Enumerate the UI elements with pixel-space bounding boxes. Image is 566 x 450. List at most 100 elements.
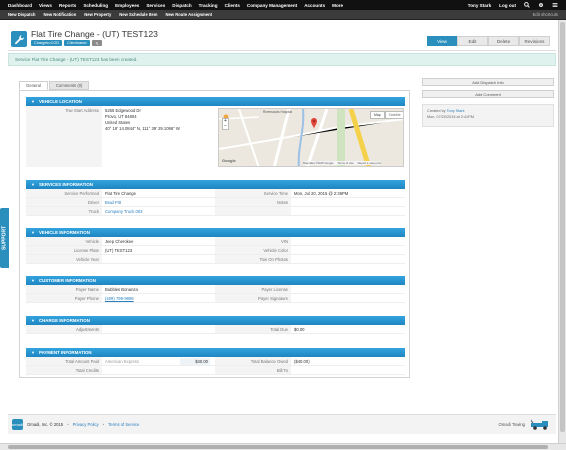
payment-amount: $40.00 [180, 357, 210, 365]
created-info: Created by Tony Stark Mon, 07/20/2015 at… [422, 104, 554, 127]
field-label: VIN [215, 237, 291, 245]
nav-scheduling[interactable]: Scheduling [83, 3, 108, 8]
delete-button[interactable]: Delete [488, 36, 519, 46]
section-header[interactable]: ▼ VEHICLE INFORMATION [26, 228, 405, 237]
field-label: Payer Signature [215, 294, 291, 302]
section-header[interactable]: ▼ SERVICES INFORMATION [26, 180, 405, 189]
tab-comments[interactable]: Comments (0) [48, 81, 90, 90]
field-label: Total Balance Owed [215, 357, 291, 365]
created-on: Mon, 07/20/2015 at 2:41PM [427, 115, 474, 119]
section-header[interactable]: ▼ VEHICLE LOCATION [26, 97, 405, 106]
shortcut-new-route-assignment[interactable]: New Route Assignment [165, 12, 212, 17]
top-nav-items: Dashboard Views Reports Scheduling Emplo… [0, 3, 350, 8]
shortcut-new-property[interactable]: New Property [84, 12, 111, 17]
edit-button[interactable]: Edit [457, 36, 488, 46]
page-title: Flat Tire Change - (UT) TEST123 [31, 29, 158, 39]
service-performed-value: Flat Tire Change [105, 190, 136, 196]
map-data-text: Map data ©2015 Google [303, 161, 334, 165]
google-logo: Google [222, 158, 236, 163]
privacy-policy-link[interactable]: Privacy Policy [73, 422, 99, 427]
field-label: Tow On Photos [215, 255, 291, 263]
status-message: Service Flat Tire Change - (UT) TEST123 … [8, 53, 556, 66]
nav-tracking[interactable]: Tracking [199, 3, 218, 8]
view-button[interactable]: View [427, 36, 457, 46]
scroll-thumb[interactable] [8, 445, 548, 449]
search-icon[interactable] [524, 1, 530, 9]
field-row: Payer Phone (409) 799-9999 Payer Signatu… [26, 294, 405, 303]
driver-link[interactable]: Brad Pitt [102, 200, 215, 205]
nav-services[interactable]: Services [146, 3, 165, 8]
nav-more[interactable]: More [332, 3, 343, 8]
nav-views[interactable]: Views [39, 3, 52, 8]
satellite-tab[interactable]: Satellite [384, 111, 403, 119]
nav-dashboard[interactable]: Dashboard [8, 3, 32, 8]
user-name[interactable]: Tony Stark [468, 3, 491, 8]
field-label: Service Performed [26, 189, 102, 197]
user-area: Tony Stark Log out [460, 1, 566, 9]
map-terms-link[interactable]: Terms of Use [337, 161, 353, 165]
field-label: Total Due [215, 325, 291, 333]
scroll-thumb[interactable] [560, 22, 565, 432]
nav-dispatch[interactable]: Dispatch [172, 3, 191, 8]
license-plate-value: (UT) TEST123 [105, 247, 133, 253]
charge-badge: Chargeto:COD [31, 40, 63, 46]
section-header[interactable]: ▼ PAYMENT INFORMATION [26, 348, 405, 357]
logout-link[interactable]: Log out [499, 3, 516, 8]
menu-icon[interactable] [552, 2, 558, 9]
field-label: Driver [26, 198, 102, 206]
tow-truck-icon [529, 418, 551, 430]
section-header[interactable]: ▼ CHARGE INFORMATION [26, 316, 405, 325]
map-tab[interactable]: Map [370, 111, 385, 119]
creator-link[interactable]: Tony Stark [447, 109, 465, 113]
caret-down-icon: ▼ [31, 99, 35, 104]
edit-shortcuts-link[interactable]: Edit shortcuts [533, 12, 566, 17]
field-label: Payer License [215, 285, 291, 293]
field-row: Truck Company Truck 003 [26, 207, 405, 216]
section-title: CUSTOMER INFORMATION [38, 278, 96, 283]
vertical-scrollbar[interactable] [558, 20, 566, 443]
gear-icon[interactable] [538, 2, 544, 9]
more-badge[interactable]: ✎ [92, 40, 102, 46]
footer: omadi Omadi, Inc. © 2015 • Privacy Polic… [8, 414, 556, 434]
badge-label: Chargeto:COD [34, 41, 60, 45]
shortcut-new-schedule-item[interactable]: New Schedule Item [119, 12, 157, 17]
created-by-label: Created by [427, 109, 446, 113]
pencil-icon: ✎ [95, 41, 99, 46]
nav-reports[interactable]: Reports [59, 3, 76, 8]
support-tab[interactable]: SUPPORT [0, 208, 9, 268]
field-row: Total Credits Bill To [26, 366, 405, 375]
badge-group: Chargeto:COD Clientname: ✎ [31, 40, 104, 46]
payer-name-value: Bubbles Bonanza [105, 286, 138, 292]
nav-employees[interactable]: Employees [115, 3, 139, 8]
nav-company-management[interactable]: Company Management [247, 3, 297, 8]
revisions-button[interactable]: Revisions [519, 36, 550, 46]
copyright: Omadi, Inc. © 2015 [27, 422, 64, 427]
field-row: License Plate (UT) TEST123 Vehicle Color [26, 246, 405, 255]
zoom-out-button[interactable]: − [223, 124, 228, 129]
section-title: SERVICES INFORMATION [38, 182, 93, 187]
shortcut-new-notification[interactable]: New Notification [43, 12, 76, 17]
payer-phone-link[interactable]: (409) 799-9999 [102, 296, 215, 301]
tab-general[interactable]: General [19, 81, 48, 90]
map-report-link[interactable]: Report a map error [358, 161, 382, 165]
badge-label: Clientname: [67, 41, 88, 45]
location-map[interactable]: Riverwoods Hospital Map Satellite + − Go… [218, 108, 404, 167]
truck-link[interactable]: Company Truck 003 [102, 209, 215, 214]
horizontal-scrollbar[interactable] [0, 443, 566, 450]
section-header[interactable]: ▼ CUSTOMER INFORMATION [26, 276, 405, 285]
nav-accounts[interactable]: Accounts [304, 3, 325, 8]
field-label: Adjustments [26, 325, 102, 333]
nav-clients[interactable]: Clients [225, 3, 240, 8]
field-label: Notes [215, 198, 291, 206]
coordinates: 40° 18' 14.0844" N, 111° 39' 29.1096" W [105, 126, 180, 131]
section-title: VEHICLE INFORMATION [38, 230, 90, 235]
field-label: Vehicle [26, 237, 102, 245]
field-label: License Plate [26, 246, 102, 254]
separator: • [102, 422, 105, 427]
add-dispatch-info-button[interactable]: Add Dispatch Info [422, 78, 554, 86]
field-row: Payer Name Bubbles Bonanza Payer License [26, 285, 405, 294]
terms-of-service-link[interactable]: Terms of Service [108, 422, 139, 427]
shortcut-new-dispatch[interactable]: New Dispatch [8, 12, 35, 17]
add-comment-button[interactable]: Add Comment [422, 90, 554, 98]
section-title: CHARGE INFORMATION [38, 318, 90, 323]
